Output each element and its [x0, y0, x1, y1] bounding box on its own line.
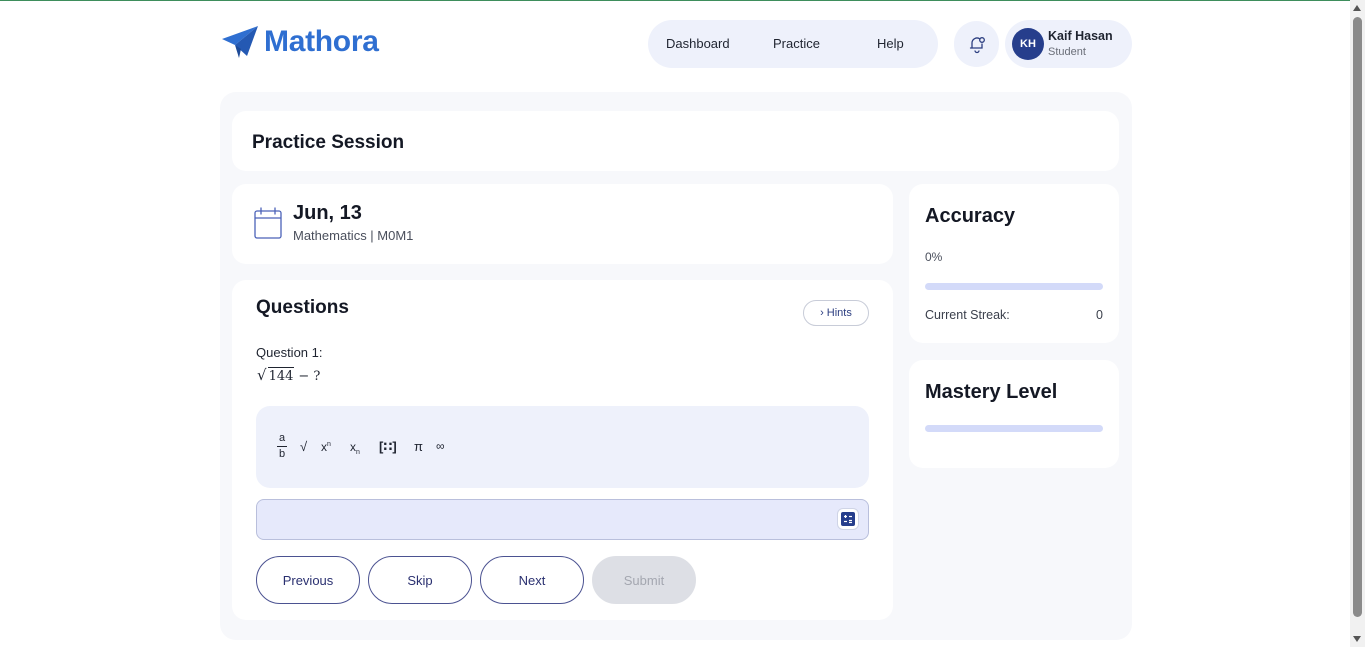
streak-value: 0 — [1096, 308, 1103, 322]
sqrt-symbol: √ — [257, 366, 267, 384]
skip-button[interactable]: Skip — [368, 556, 472, 604]
user-menu[interactable]: KH Kaif Hasan Student — [1005, 20, 1132, 68]
matrix-button[interactable]: [∷] — [379, 439, 397, 455]
main-nav: Dashboard Practice Help — [648, 20, 938, 68]
session-date: Jun, 13 — [293, 202, 362, 224]
questions-heading: Questions — [256, 297, 349, 318]
session-subtitle: Mathematics | M0M1 — [293, 228, 414, 243]
sqrt-button[interactable]: √ — [300, 439, 307, 454]
paper-plane-icon — [222, 26, 258, 58]
previous-button[interactable]: Previous — [256, 556, 360, 604]
scrollbar-thumb[interactable] — [1353, 17, 1362, 617]
accuracy-progress-bar — [925, 283, 1103, 290]
submit-button[interactable]: Submit — [592, 556, 696, 604]
accuracy-value: 0% — [925, 250, 943, 264]
question-rest: − ? — [298, 369, 321, 384]
page-title-card: Practice Session — [232, 111, 1119, 171]
scroll-up-arrow-icon[interactable] — [1353, 5, 1361, 11]
accuracy-card: Accuracy 0% Current Streak: 0 — [909, 184, 1119, 343]
infinity-button[interactable]: ∞ — [436, 439, 445, 453]
fraction-button[interactable]: a b — [277, 432, 287, 461]
fraction-denominator: b — [278, 448, 286, 460]
scroll-down-arrow-icon[interactable] — [1353, 636, 1361, 642]
page-title: Practice Session — [252, 132, 405, 153]
logo[interactable]: Mathora — [221, 25, 379, 59]
mastery-title: Mastery Level — [925, 381, 1058, 403]
bell-icon — [969, 37, 985, 54]
superscript-script: n — [327, 441, 331, 448]
subscript-button[interactable]: xn — [350, 440, 360, 456]
calendar-icon — [254, 207, 282, 239]
next-button[interactable]: Next — [480, 556, 584, 604]
brand-name: Mathora — [264, 25, 379, 58]
math-toolbar: a b √ xn xn [∷] π ∞ — [256, 406, 869, 488]
math-keyboard-button[interactable] — [837, 508, 859, 530]
question-label: Question 1: — [256, 345, 323, 360]
nav-item-practice[interactable]: Practice — [773, 36, 820, 51]
questions-card: Questions › Hints Question 1: √ 144 − ? … — [232, 280, 893, 620]
session-info-card: Jun, 13 Mathematics | M0M1 — [232, 184, 893, 264]
accuracy-title: Accuracy — [925, 205, 1016, 227]
user-role: Student — [1048, 46, 1086, 58]
fraction-numerator: a — [278, 432, 286, 444]
subscript-script: n — [356, 449, 360, 456]
main-container: Practice Session Jun, 13 Mathematics | M… — [220, 92, 1132, 640]
nav-item-help[interactable]: Help — [877, 36, 904, 51]
pi-button[interactable]: π — [414, 439, 423, 454]
nav-item-dashboard[interactable]: Dashboard — [666, 36, 730, 51]
vertical-scrollbar[interactable] — [1350, 0, 1365, 647]
user-name: Kaif Hasan — [1048, 29, 1113, 43]
chevron-right-icon: › — [820, 307, 824, 319]
mastery-progress-bar — [925, 425, 1103, 432]
top-accent-line — [0, 0, 1365, 1]
notifications-button[interactable] — [954, 21, 999, 67]
streak-label: Current Streak: — [925, 308, 1010, 322]
answer-input[interactable] — [256, 499, 869, 540]
hints-button[interactable]: › Hints — [803, 300, 869, 326]
hints-label: Hints — [826, 307, 852, 319]
math-keyboard-icon — [841, 512, 855, 526]
superscript-button[interactable]: xn — [321, 440, 331, 454]
mastery-card: Mastery Level — [909, 360, 1119, 468]
avatar: KH — [1012, 28, 1044, 60]
question-radicand: 144 — [267, 367, 295, 384]
question-expression: √ 144 − ? — [257, 366, 320, 384]
